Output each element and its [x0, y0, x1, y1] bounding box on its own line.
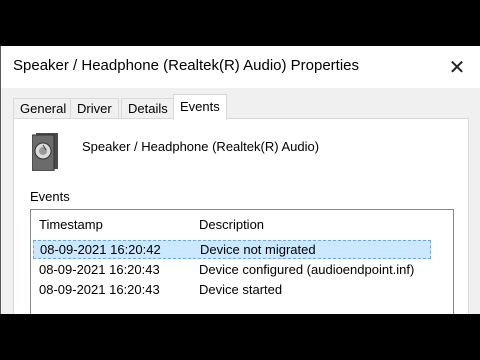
title-bar[interactable]: Speaker / Headphone (Realtek(R) Audio) P… — [1, 46, 480, 88]
tab-events[interactable]: Events — [173, 94, 227, 120]
window-title: Speaker / Headphone (Realtek(R) Audio) P… — [13, 57, 360, 74]
column-header-description[interactable]: Description — [199, 210, 264, 240]
properties-dialog: Speaker / Headphone (Realtek(R) Audio) P… — [0, 46, 480, 314]
column-header-timestamp[interactable]: Timestamp — [39, 210, 103, 240]
event-timestamp: 08-09-2021 16:20:43 — [39, 282, 160, 297]
tab-details[interactable]: Details — [121, 98, 175, 119]
event-description: Device not migrated — [200, 242, 316, 257]
tab-driver[interactable]: Driver — [70, 98, 119, 119]
events-list[interactable]: Timestamp Description 08-09-2021 16:20:4… — [30, 209, 454, 314]
close-icon[interactable]: ✕ — [441, 54, 473, 82]
event-description: Device started — [199, 282, 283, 297]
events-tab-panel: Speaker / Headphone (Realtek(R) Audio) E… — [13, 118, 469, 314]
event-row[interactable]: 08-09-2021 16:20:43 Device configured (a… — [33, 260, 431, 279]
event-row[interactable]: 08-09-2021 16:20:43 Device started — [33, 280, 431, 299]
events-section-label: Events — [30, 189, 70, 204]
event-row[interactable]: 08-09-2021 16:20:42 Device not migrated — [33, 240, 431, 259]
event-description: Device configured (audioendpoint.inf) — [199, 262, 415, 277]
event-timestamp: 08-09-2021 16:20:42 — [40, 242, 161, 257]
speaker-icon — [32, 133, 58, 171]
device-name: Speaker / Headphone (Realtek(R) Audio) — [82, 139, 320, 154]
event-timestamp: 08-09-2021 16:20:43 — [39, 262, 160, 277]
tab-general[interactable]: General — [13, 98, 74, 119]
dialog-body: General Driver Details Events Speaker / … — [1, 88, 480, 314]
